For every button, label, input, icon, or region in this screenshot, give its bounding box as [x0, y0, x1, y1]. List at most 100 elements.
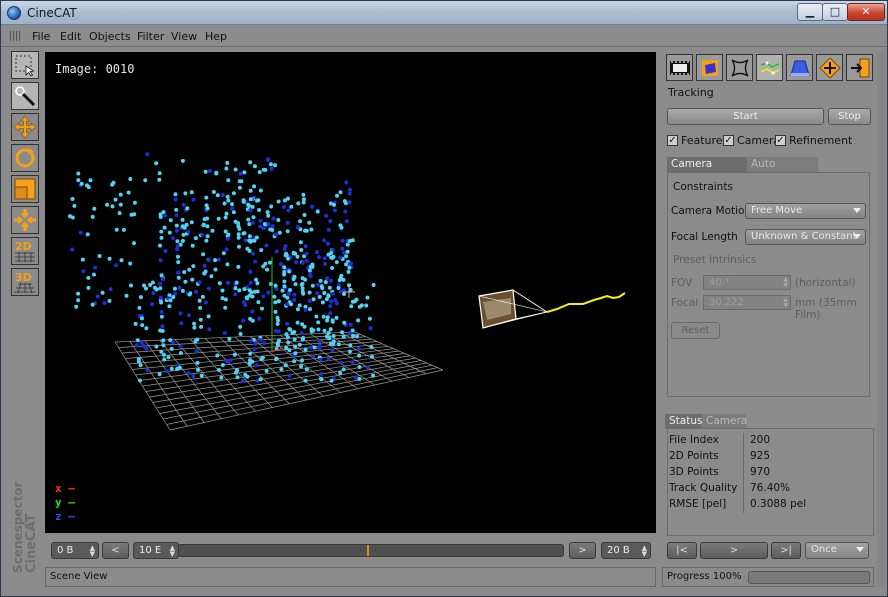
frame-corners-icon [730, 58, 749, 77]
select-rect-icon [15, 55, 35, 77]
brand-label: Scenespector CineCAT [9, 481, 39, 581]
menu-help[interactable]: Hep [205, 30, 227, 43]
progress-label: Progress 100% [667, 571, 742, 582]
app-logo-icon [7, 6, 21, 20]
tool-zoom[interactable] [11, 206, 39, 234]
tool-view-2d[interactable]: 2D [11, 237, 39, 265]
timeline-start-spinner[interactable]: 0 B ▲ ▼ [51, 542, 99, 559]
focal-length-select[interactable]: Unknown & Constant [745, 229, 866, 245]
refinement-checkbox[interactable]: ✓ Refinement [775, 134, 852, 147]
maximize-button[interactable]: □ [822, 3, 848, 21]
film-strip-icon [669, 60, 690, 75]
timeline-bar: 0 B ▲ ▼ < 10 E ▲ ▼ > 20 B ▲ ▼ [45, 539, 656, 561]
play-last-button[interactable]: >| [771, 542, 801, 559]
status-bar-left: Scene View [45, 567, 656, 587]
add-diamond-icon [818, 56, 841, 79]
timeline-slider-handle[interactable] [367, 545, 370, 556]
focal-input[interactable]: 30.222 ▲ ▼ [703, 295, 791, 310]
panel-tool-features[interactable] [756, 54, 783, 81]
camera-path [546, 292, 626, 313]
constraints-label: Constraints [673, 181, 733, 193]
tab-camera-solving[interactable]: Camera Solving [667, 157, 747, 184]
chevron-down-icon [856, 547, 864, 552]
fov-input[interactable]: 40.* ▲ ▼ [703, 275, 791, 290]
play-first-button[interactable]: |< [667, 542, 697, 559]
tracking-section-label: Tracking [668, 86, 714, 99]
panel-tool-film[interactable] [666, 54, 693, 81]
chevron-down-icon [853, 234, 861, 239]
scene-viewport[interactable]: Image: 0010 x – y – z – [45, 52, 656, 533]
menu-file[interactable]: File [32, 30, 50, 43]
tool-scale[interactable] [11, 175, 39, 203]
menu-edit[interactable]: Edit [60, 30, 81, 43]
panel-tool-frame[interactable] [726, 54, 753, 81]
camera-motion-select[interactable]: Free Move [745, 203, 866, 219]
scene-view-label: Scene View [50, 571, 108, 582]
brand-line-1: Scenespector [11, 481, 25, 573]
tab-auto-features[interactable]: Auto Features [747, 157, 818, 184]
tool-magic[interactable] [11, 82, 39, 110]
focal-length-label: Focal Length [671, 231, 738, 243]
close-button[interactable]: ✕ [847, 3, 885, 21]
status-row: Track Quality 76.40% [668, 481, 875, 497]
reset-button[interactable]: Reset [671, 322, 720, 339]
timeline-slider[interactable] [178, 544, 564, 557]
export-door-icon [850, 58, 869, 77]
chevron-down-icon [853, 208, 861, 213]
features-track-icon [760, 61, 779, 74]
menu-filter[interactable]: Filter [137, 30, 164, 43]
refinement-check-icon[interactable]: ✓ [775, 135, 786, 146]
features-check-icon[interactable]: ✓ [667, 135, 678, 146]
timeline-prev-button[interactable]: < [102, 542, 129, 559]
minimize-button[interactable]: ▁ [797, 3, 823, 21]
play-button[interactable]: > [700, 542, 768, 559]
tool-view-3d[interactable]: 3D [11, 268, 39, 296]
preset-intrinsics-label: Preset Intrinsics [673, 254, 757, 266]
tab-status[interactable]: Status [665, 414, 702, 429]
panel-tool-add[interactable] [816, 54, 843, 81]
svg-text:2D: 2D [15, 240, 32, 253]
zoom-arrows-icon [14, 209, 36, 231]
title-bar[interactable]: CineCAT ▁ □ ✕ [1, 1, 887, 25]
menu-objects[interactable]: Objects [89, 30, 131, 43]
progress-fill [749, 572, 869, 583]
stop-tracking-button[interactable]: Stop [828, 108, 871, 125]
tool-rotate[interactable] [11, 144, 39, 172]
view-2d-icon: 2D [15, 240, 35, 262]
tool-select[interactable] [11, 51, 39, 79]
camera-checkbox[interactable]: ✓ Camera [723, 134, 780, 147]
timeline-end-spinner[interactable]: 20 B ▲ ▼ [601, 542, 651, 559]
rotate-icon [15, 148, 35, 168]
start-tracking-button[interactable]: Start [667, 108, 824, 125]
tab-camera-status[interactable]: Camera [702, 414, 747, 429]
timeline-current-spinner[interactable]: 10 E ▲ ▼ [133, 542, 179, 559]
scene-canvas[interactable] [45, 52, 656, 533]
magic-wand-icon [15, 86, 36, 107]
solve-trapezoid-icon [789, 60, 810, 76]
object-cube-icon [701, 59, 718, 76]
panel-tool-export[interactable] [846, 54, 873, 81]
menu-grip-icon [10, 31, 22, 41]
axes-legend: x – y – z – [55, 482, 75, 524]
timeline-next-button[interactable]: > [569, 542, 596, 559]
menu-view[interactable]: View [171, 30, 197, 43]
point-cloud [68, 152, 376, 383]
frame-label: Image: 0010 [55, 62, 135, 76]
axis-y-legend: y – [55, 496, 75, 509]
move-arrows-icon [13, 115, 37, 139]
play-mode-select[interactable]: Once [805, 542, 869, 559]
panel-tool-object[interactable] [696, 54, 723, 81]
progress-bar [748, 571, 870, 584]
view-3d-icon: 3D [14, 271, 36, 294]
focal-label: Focal [671, 297, 699, 309]
status-row: 2D Points 925 [668, 449, 875, 465]
status-row: File Index 200 [668, 433, 875, 449]
camera-check-icon[interactable]: ✓ [723, 135, 734, 146]
features-checkbox[interactable]: ✓ Features [667, 134, 728, 147]
right-edge-strip [877, 52, 885, 587]
status-row: 3D Points 970 [668, 465, 875, 481]
panel-tool-solve[interactable] [786, 54, 813, 81]
camera-motion-label: Camera Motion [671, 205, 752, 217]
tool-move[interactable] [11, 113, 39, 141]
window-title: CineCAT [27, 6, 77, 20]
